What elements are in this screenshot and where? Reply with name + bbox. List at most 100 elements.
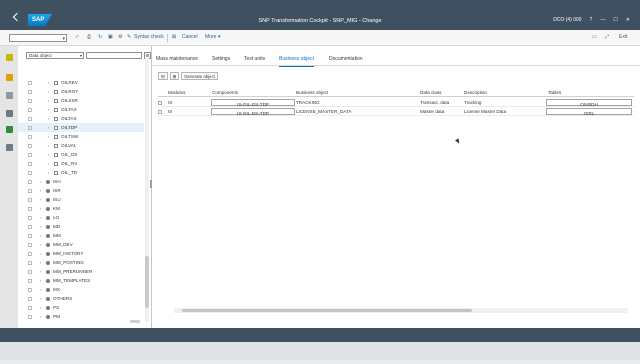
tree-checkbox[interactable] bbox=[28, 161, 32, 166]
cell-tables[interactable]: OIRL bbox=[546, 108, 632, 116]
folder-icon[interactable] bbox=[6, 74, 13, 81]
tree-scrollbar[interactable] bbox=[145, 58, 149, 322]
col-tables[interactable]: Tables bbox=[548, 88, 561, 97]
tree-checkbox[interactable] bbox=[28, 134, 32, 139]
more-chevron-icon[interactable]: ▾ bbox=[218, 34, 221, 40]
tree-item[interactable]: › PS bbox=[18, 303, 144, 312]
tree-item[interactable]: › LO bbox=[18, 213, 144, 222]
tree-checkbox[interactable] bbox=[28, 206, 32, 211]
tree-item[interactable]: › MX bbox=[18, 285, 144, 294]
col-business-object[interactable]: Business object bbox=[296, 88, 328, 97]
tree-item[interactable]: › OILTSW bbox=[18, 132, 144, 141]
tree-search-input[interactable] bbox=[86, 52, 142, 59]
tree-item[interactable]: › MM bbox=[18, 231, 144, 240]
chevron-right-icon[interactable]: › bbox=[48, 123, 49, 132]
chevron-right-icon[interactable]: › bbox=[48, 168, 49, 177]
chevron-right-icon[interactable]: › bbox=[40, 186, 41, 195]
chevron-right-icon[interactable]: › bbox=[48, 114, 49, 123]
tree-item[interactable]: › PM bbox=[18, 312, 144, 321]
tree-checkbox[interactable] bbox=[28, 251, 32, 256]
col-data-class[interactable]: Data class bbox=[420, 88, 441, 97]
cell-component[interactable]: IS-OIL-DS-TDP bbox=[211, 108, 295, 116]
deselect-icon[interactable]: ⊞ bbox=[169, 72, 180, 80]
exit-button[interactable]: Exit bbox=[619, 34, 627, 40]
tab-test-units[interactable]: Test units bbox=[244, 56, 265, 62]
tree-checkbox[interactable] bbox=[28, 260, 32, 265]
select-all-icon[interactable]: ⊟ bbox=[158, 72, 168, 80]
save-icon[interactable]: ⎙ bbox=[87, 34, 91, 40]
col-components[interactable]: Components bbox=[212, 88, 238, 97]
chevron-right-icon[interactable]: › bbox=[40, 258, 41, 267]
tree-checkbox[interactable] bbox=[28, 89, 32, 94]
window-icon[interactable]: ▭ bbox=[592, 34, 597, 40]
row-selector[interactable] bbox=[158, 100, 162, 105]
chevron-right-icon[interactable]: › bbox=[40, 294, 41, 303]
object-type-select[interactable]: Data object ▾ bbox=[26, 52, 84, 59]
tree-checkbox[interactable] bbox=[28, 188, 32, 193]
chevron-right-icon[interactable]: › bbox=[40, 276, 41, 285]
tree-checkbox[interactable] bbox=[28, 224, 32, 229]
cell-tables[interactable]: OIVBDH bbox=[546, 99, 632, 107]
chevron-right-icon[interactable]: › bbox=[40, 240, 41, 249]
object-icon[interactable] bbox=[6, 110, 13, 117]
tree-item[interactable]: › OIL_RV bbox=[18, 159, 144, 168]
tree-item[interactable]: › ISR bbox=[18, 186, 144, 195]
tree-checkbox[interactable] bbox=[28, 125, 32, 130]
chevron-right-icon[interactable]: › bbox=[40, 249, 41, 258]
tree-item[interactable]: › KM bbox=[18, 204, 144, 213]
tree-item[interactable]: › ISU bbox=[18, 195, 144, 204]
tree-checkbox[interactable] bbox=[28, 179, 32, 184]
tree-item[interactable]: › OILSSR bbox=[18, 96, 144, 105]
tree-checkbox[interactable] bbox=[28, 269, 32, 274]
tree-item[interactable]: › OILVAL bbox=[18, 141, 144, 150]
tree-checkbox[interactable] bbox=[28, 80, 32, 85]
chevron-right-icon[interactable]: › bbox=[40, 285, 41, 294]
chevron-right-icon[interactable]: › bbox=[40, 204, 41, 213]
tree-item[interactable]: › MM_POSTING bbox=[18, 258, 144, 267]
scroll-thumb[interactable] bbox=[182, 309, 472, 312]
tree-checkbox[interactable] bbox=[28, 215, 32, 220]
tree-checkbox[interactable] bbox=[28, 98, 32, 103]
col-modules[interactable]: Modules bbox=[168, 88, 185, 97]
cancel-button[interactable]: Cancel bbox=[182, 34, 198, 40]
tree-item[interactable]: › OIL_DS bbox=[18, 150, 144, 159]
tree-checkbox[interactable] bbox=[28, 305, 32, 310]
tree-item[interactable]: › MM_TEMPLATES bbox=[18, 276, 144, 285]
col-description[interactable]: Description bbox=[464, 88, 487, 97]
scroll-thumb[interactable] bbox=[145, 256, 149, 308]
chevron-right-icon[interactable]: › bbox=[48, 132, 49, 141]
tree-checkbox[interactable] bbox=[28, 278, 32, 283]
chevron-right-icon[interactable]: › bbox=[40, 195, 41, 204]
copy-icon[interactable]: ▣ bbox=[108, 34, 113, 40]
chevron-right-icon[interactable]: › bbox=[40, 222, 41, 231]
chevron-right-icon[interactable]: › bbox=[40, 312, 41, 321]
tree-checkbox[interactable] bbox=[28, 296, 32, 301]
list-icon[interactable] bbox=[6, 144, 13, 151]
tab-settings[interactable]: Settings bbox=[212, 56, 230, 62]
refresh-icon[interactable]: ↻ bbox=[98, 34, 102, 40]
chevron-right-icon[interactable]: › bbox=[40, 267, 41, 276]
row-selector[interactable] bbox=[158, 109, 162, 114]
chevron-right-icon[interactable]: › bbox=[48, 87, 49, 96]
tree-checkbox[interactable] bbox=[28, 107, 32, 112]
favorites-icon[interactable] bbox=[6, 54, 13, 61]
tree-item[interactable]: › OILTAX bbox=[18, 114, 144, 123]
fullscreen-icon[interactable]: ⤢ bbox=[605, 34, 609, 40]
tab-mass-maintenance[interactable]: Mass maintenance bbox=[156, 56, 198, 62]
tree-checkbox[interactable] bbox=[28, 233, 32, 238]
tree-checkbox[interactable] bbox=[28, 242, 32, 247]
chevron-down-icon[interactable]: ▾ bbox=[62, 36, 65, 42]
tree-checkbox[interactable] bbox=[28, 170, 32, 175]
tree-checkbox[interactable] bbox=[28, 197, 32, 202]
chevron-right-icon[interactable]: › bbox=[40, 213, 41, 222]
chevron-right-icon[interactable]: › bbox=[48, 96, 49, 105]
maximize-icon[interactable]: ☐ bbox=[613, 17, 617, 23]
table-row[interactable]: IS IS-OIL-DS-TDP TRACKING Transact. data… bbox=[158, 98, 634, 107]
tree-item[interactable]: › MM_HISTORY bbox=[18, 249, 144, 258]
chevron-right-icon[interactable]: › bbox=[40, 231, 41, 240]
chevron-right-icon[interactable]: › bbox=[40, 177, 41, 186]
chevron-right-icon[interactable]: › bbox=[48, 159, 49, 168]
tree-item[interactable]: › MM_PRERUNNER bbox=[18, 267, 144, 276]
chevron-right-icon[interactable]: › bbox=[48, 78, 49, 87]
table-row[interactable]: IS IS-OIL-DS-TDP LICENSE_MASTER_DATA Mas… bbox=[158, 107, 634, 116]
